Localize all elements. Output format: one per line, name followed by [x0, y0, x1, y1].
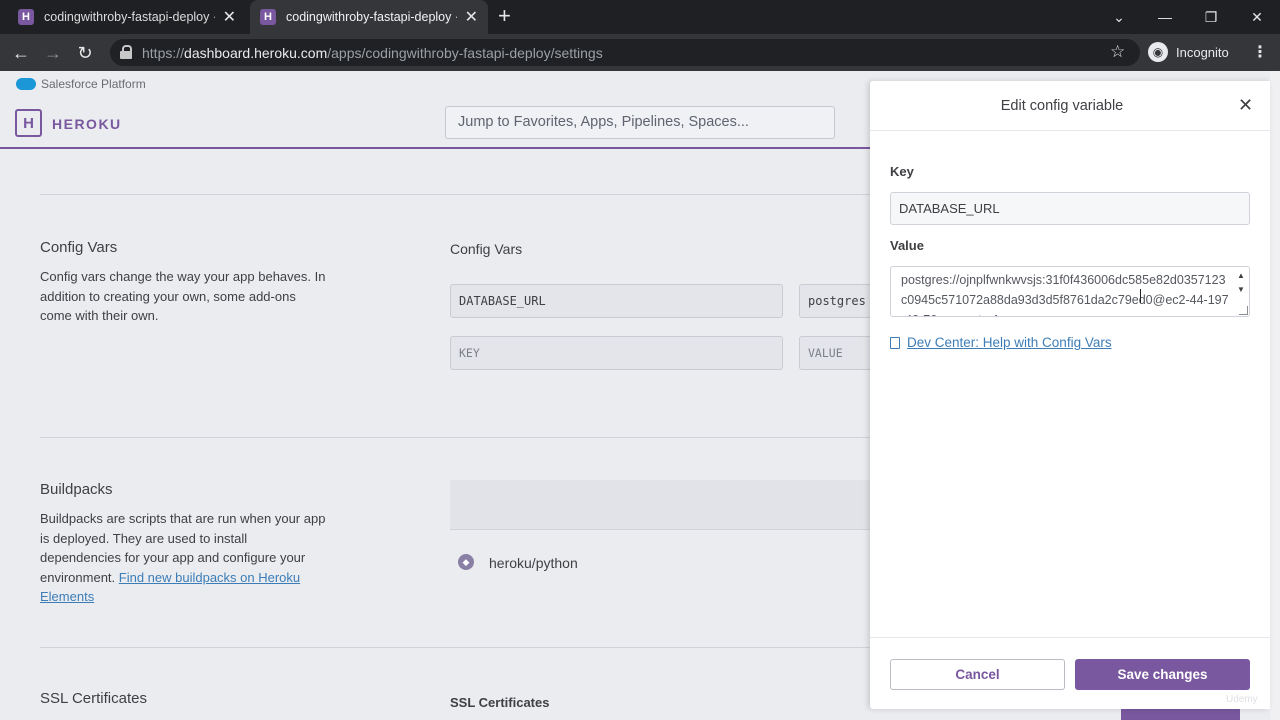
new-value-input[interactable]: VALUE	[799, 336, 879, 370]
url-path: /apps/codingwithroby-fastapi-deploy/sett…	[327, 45, 603, 61]
lock-icon	[120, 45, 132, 59]
incognito-indicator[interactable]: ◉ Incognito	[1148, 42, 1229, 62]
new-key-input[interactable]: KEY	[450, 336, 783, 370]
browser-tab-bar: H codingwithroby-fastapi-deploy · Settin…	[0, 0, 1280, 34]
tab-title: codingwithroby-fastapi-deploy · Settings	[44, 10, 215, 24]
buildpacks-header-bar	[450, 480, 870, 530]
buildpacks-description: Buildpacks are scripts that are run when…	[40, 509, 330, 607]
incognito-icon: ◉	[1148, 42, 1168, 62]
salesforce-label: Salesforce Platform	[41, 77, 146, 91]
window-controls: ⌄ — ❐ ✕	[1096, 0, 1280, 34]
minimize-icon[interactable]: —	[1142, 9, 1188, 25]
close-tab-icon[interactable]: ✕	[223, 7, 236, 27]
document-icon	[890, 336, 900, 349]
buildpack-item: heroku/python	[489, 555, 578, 571]
forward-arrow-icon[interactable]: →	[40, 40, 66, 66]
config-key-field[interactable]: DATABASE_URL	[450, 284, 783, 318]
cancel-button[interactable]: Cancel	[890, 659, 1065, 690]
new-tab-icon[interactable]: +	[498, 4, 511, 28]
value-textarea[interactable]: postgres://ojnplfwnkwvsjs:31f0f436006dc5…	[890, 266, 1250, 317]
scroll-up-icon[interactable]: ▲	[1237, 271, 1245, 280]
value-label: Value	[890, 238, 924, 253]
modal-title: Edit config variable	[1000, 98, 1124, 114]
text-cursor-icon	[1140, 289, 1141, 303]
config-vars-description: Config vars change the way your app beha…	[40, 269, 326, 323]
address-bar[interactable]: https://dashboard.heroku.com/apps/coding…	[110, 39, 1140, 66]
reload-icon[interactable]: ↻	[72, 40, 98, 66]
heroku-favicon-icon: H	[260, 9, 276, 25]
section-divider	[40, 437, 880, 438]
help-link-text: Dev Center: Help with Config Vars	[907, 335, 1112, 350]
url-scheme: https://	[142, 45, 185, 61]
page-scrollbar[interactable]	[1270, 71, 1280, 720]
back-arrow-icon[interactable]: ←	[8, 40, 34, 66]
salesforce-cloud-icon	[16, 78, 36, 90]
browser-tab-2[interactable]: H codingwithroby-fastapi-deploy · Settin…	[250, 0, 488, 34]
browser-menu-icon[interactable]: ⋮	[1252, 42, 1268, 62]
scroll-down-icon[interactable]: ▼	[1237, 285, 1245, 294]
config-value-field[interactable]: postgres	[799, 284, 879, 318]
close-window-icon[interactable]: ✕	[1234, 9, 1280, 26]
config-vars-table-label: Config Vars	[450, 241, 523, 257]
bookmark-star-icon[interactable]: ☆	[1110, 42, 1125, 62]
modal-header: Edit config variable ✕	[870, 81, 1270, 131]
edit-config-modal: Edit config variable ✕ Key DATABASE_URL …	[870, 81, 1270, 709]
python-icon: ◆	[458, 554, 474, 570]
modal-footer: Cancel Save changes	[870, 637, 1270, 709]
section-divider	[40, 194, 880, 195]
help-config-vars-link[interactable]: Dev Center: Help with Config Vars	[890, 335, 1112, 350]
close-icon[interactable]: ✕	[1238, 95, 1253, 116]
browser-tab-1[interactable]: H codingwithroby-fastapi-deploy · Settin…	[8, 0, 246, 34]
close-tab-icon[interactable]: ✕	[465, 7, 478, 27]
config-vars-title: Config Vars	[40, 239, 118, 256]
buildpacks-title: Buildpacks	[40, 481, 113, 498]
url-host: dashboard.heroku.com	[184, 45, 328, 61]
heroku-logo-icon[interactable]: H	[15, 109, 42, 137]
resize-handle-icon[interactable]	[1239, 306, 1248, 315]
heroku-brand[interactable]: HEROKU	[52, 116, 122, 132]
browser-toolbar: ← → ↻ https://dashboard.heroku.com/apps/…	[0, 34, 1280, 71]
tab-title: codingwithroby-fastapi-deploy · Settings	[286, 10, 457, 24]
url-text: https://dashboard.heroku.com/apps/coding…	[142, 45, 603, 61]
key-label: Key	[890, 164, 914, 179]
tab-search-icon[interactable]: ⌄	[1096, 9, 1142, 26]
incognito-label: Incognito	[1176, 44, 1229, 60]
key-input[interactable]: DATABASE_URL	[890, 192, 1250, 225]
section-divider	[40, 647, 880, 648]
jump-search-input[interactable]: Jump to Favorites, Apps, Pipelines, Spac…	[445, 106, 835, 139]
heroku-favicon-icon: H	[18, 9, 34, 25]
ssl-title: SSL Certificates	[40, 690, 147, 707]
restore-icon[interactable]: ❐	[1188, 9, 1234, 26]
udemy-watermark: Udemy	[1226, 694, 1258, 705]
save-changes-button[interactable]: Save changes	[1075, 659, 1250, 690]
value-text: postgres://ojnplfwnkwvsjs:31f0f436006dc5…	[901, 273, 1229, 316]
ssl-subtitle: SSL Certificates	[450, 695, 550, 710]
